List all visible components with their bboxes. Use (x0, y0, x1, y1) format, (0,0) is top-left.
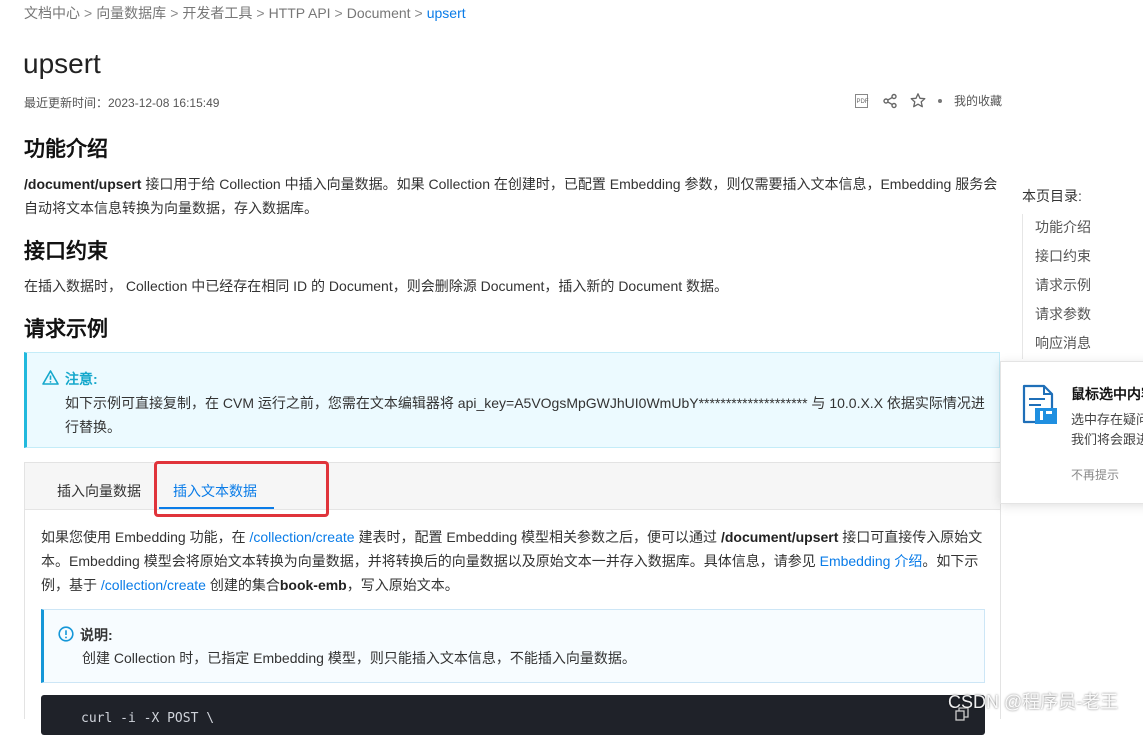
text-segment: 如果您使用 Embedding 功能，在 (41, 529, 250, 545)
info-box: 说明: 创建 Collection 时，已指定 Embedding 模型，则只能… (41, 609, 985, 683)
collection-create-link-2[interactable]: /collection/create (101, 577, 206, 593)
star-icon[interactable] (910, 93, 926, 109)
toc-item-intro[interactable]: 功能介绍 (1035, 218, 1091, 247)
breadcrumb-item-upsert: upsert (426, 5, 466, 21)
code-block[interactable]: curl -i -X POST \ (41, 695, 985, 735)
breadcrumb-item-http-api[interactable]: HTTP API (269, 5, 331, 21)
section-heading-example: 请求示例 (24, 318, 108, 341)
watermark: CSDN @程序员-老王 (948, 692, 1119, 712)
breadcrumb-item-document[interactable]: Document (347, 5, 411, 21)
my-favorites-link[interactable]: 我的收藏 (954, 92, 1002, 109)
tab-insert-vector[interactable]: 插入向量数据 (57, 481, 141, 501)
toc-divider (1022, 214, 1023, 359)
doc-toolbar: PDF 我的收藏 (854, 92, 1002, 109)
toc-item-response[interactable]: 响应消息 (1035, 334, 1091, 363)
toc-item-constraints[interactable]: 接口约束 (1035, 247, 1091, 276)
separator-dot (937, 98, 942, 103)
info-title: 说明: (80, 627, 113, 643)
breadcrumb-separator: > (414, 5, 423, 21)
collection-create-link[interactable]: /collection/create (250, 529, 355, 545)
notice-box: 注意: 如下示例可直接复制，在 CVM 运行之前，您需在文本编辑器将 api_k… (24, 352, 1000, 448)
annotation-highlight (154, 461, 329, 517)
breadcrumb: 文档中心 > 向量数据库 > 开发者工具 > HTTP API > Document > upser… (24, 3, 466, 23)
text-segment: ，写入原始文本。 (346, 577, 459, 593)
breadcrumb-item-dev-tools[interactable]: 开发者工具 (182, 5, 252, 21)
info-icon (58, 625, 74, 645)
text-segment: 建表时，配置 Embedding 模型相关参数之后，便可以通过 (354, 529, 721, 545)
breadcrumb-separator: > (84, 5, 93, 21)
dont-show-again-link[interactable]: 不再提示 (1071, 466, 1119, 483)
section-heading-intro: 功能介绍 (24, 138, 108, 161)
popup-title: 鼠标选中内容 (1071, 386, 1143, 402)
info-text: 创建 Collection 时，已指定 Embedding 模型，则只能插入文本… (82, 650, 636, 666)
embedding-intro-link[interactable]: Embedding 介绍 (820, 553, 923, 569)
pdf-icon[interactable]: PDF (854, 93, 870, 109)
last-updated: 最近更新时间：2023-12-08 16:15:49 (24, 96, 220, 110)
toc-item-example[interactable]: 请求示例 (1035, 276, 1091, 305)
breadcrumb-separator: > (334, 5, 343, 21)
feedback-popup: 鼠标选中内容 选中存在疑问 我们将会跟进 不再提示 (1000, 361, 1143, 504)
popup-text: 选中存在疑问 我们将会跟进 (1071, 410, 1143, 450)
toc-title: 本页目录: (1022, 188, 1082, 204)
api-path-bold: /document/upsert (720, 529, 839, 545)
section-heading-constraints: 接口约束 (24, 240, 108, 263)
share-icon[interactable] (882, 93, 898, 109)
notice-header: 注意: (42, 369, 98, 389)
popup-line-1: 选中存在疑问 (1071, 412, 1143, 427)
document-feedback-icon (1021, 384, 1059, 429)
info-header: 说明: (58, 625, 113, 645)
breadcrumb-item-vector-db[interactable]: 向量数据库 (96, 5, 166, 21)
breadcrumb-separator: > (170, 5, 179, 21)
page-title: upsert (23, 48, 101, 79)
notice-title: 注意: (65, 371, 98, 387)
collection-name-bold: book-emb (279, 577, 347, 593)
intro-api-path: /document/upsert (24, 176, 142, 192)
toc-item-params[interactable]: 请求参数 (1035, 305, 1091, 334)
notice-text: 如下示例可直接复制，在 CVM 运行之前，您需在文本编辑器将 api_key=A… (65, 395, 985, 435)
toc-list: 功能介绍 接口约束 请求示例 请求参数 响应消息 (1035, 218, 1091, 363)
tab-content-paragraph: 如果您使用 Embedding 功能，在 /collection/create … (41, 525, 986, 597)
constraint-paragraph: 在插入数据时， Collection 中已经存在相同 ID 的 Document… (24, 278, 729, 294)
text-segment: 创建的集合 (205, 577, 280, 593)
breadcrumb-separator: > (256, 5, 265, 21)
warning-icon (42, 370, 59, 388)
intro-text: 接口用于给 Collection 中插入向量数据。如果 Collection 在… (24, 176, 998, 216)
popup-line-2: 我们将会跟进 (1071, 432, 1143, 447)
intro-paragraph: /document/upsert 接口用于给 Collection 中插入向量数… (24, 172, 1000, 220)
pdf-icon-label: PDF (855, 93, 869, 108)
breadcrumb-item-docs-center[interactable]: 文档中心 (24, 5, 80, 21)
